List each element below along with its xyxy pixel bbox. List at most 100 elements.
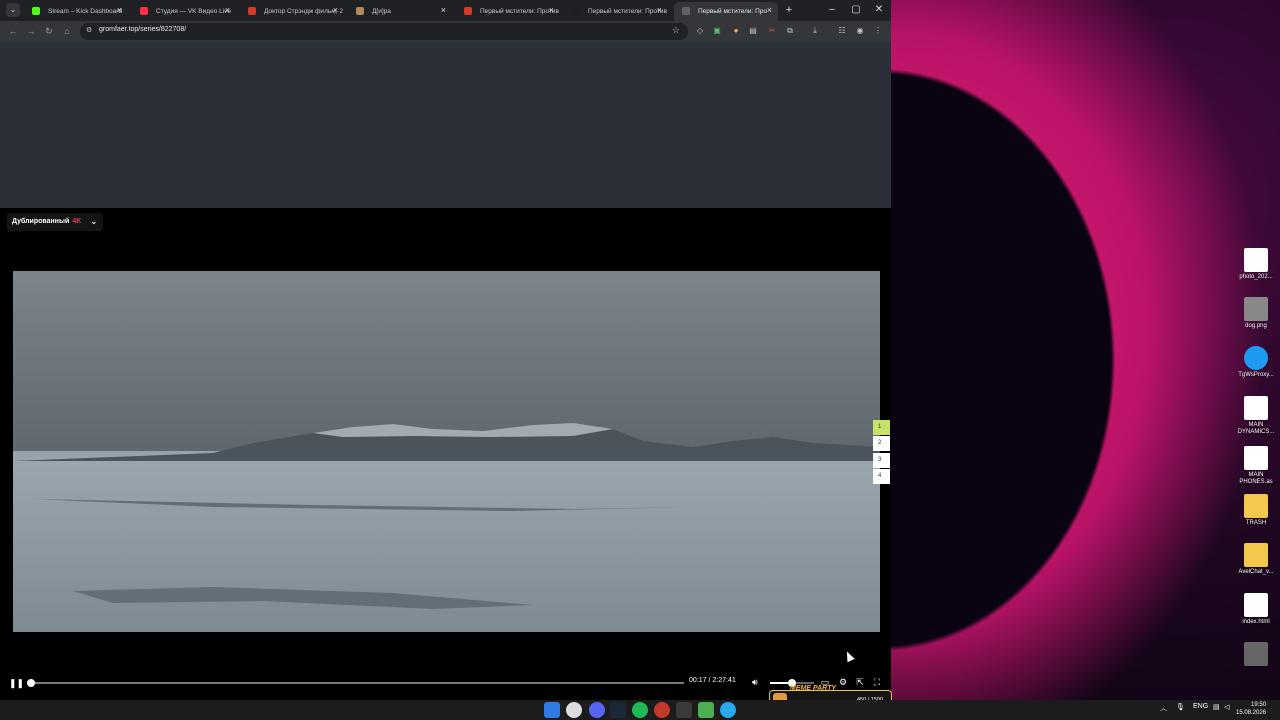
tab-title: Первый мстители: Против bbox=[480, 8, 559, 15]
folder-icon bbox=[1244, 494, 1268, 518]
desktop-icon[interactable]: index.html bbox=[1232, 593, 1280, 626]
browser-tab[interactable]: Студия — VK Видео Live × bbox=[132, 2, 236, 21]
volume-slider[interactable] bbox=[770, 679, 814, 687]
tab-title: Д[и]ра bbox=[372, 8, 391, 15]
tab-favicon-icon bbox=[32, 7, 40, 15]
tab-title: Студия — VK Видео Live bbox=[156, 8, 232, 15]
tab-title: Доктор Стрэндж фильм, 2 bbox=[264, 8, 343, 15]
tab-favicon-icon bbox=[140, 7, 148, 15]
extension-icon[interactable]: ▤ bbox=[747, 25, 759, 37]
minimize-icon[interactable]: – bbox=[820, 2, 844, 18]
desktop-icon[interactable]: TgWsProxy... bbox=[1232, 346, 1280, 379]
discord-icon[interactable] bbox=[589, 702, 605, 718]
browser-tab[interactable]: Доктор Стрэндж фильм, 2 × bbox=[240, 2, 344, 21]
video-frame[interactable] bbox=[13, 271, 880, 632]
speaker-icon[interactable]: ◁ bbox=[1224, 703, 1229, 711]
reload-icon[interactable]: ↻ bbox=[42, 24, 56, 38]
desktop-icon-label: index.html bbox=[1242, 619, 1270, 625]
download-icon[interactable]: ⤓ bbox=[809, 25, 821, 37]
new-tab-icon[interactable]: + bbox=[782, 2, 796, 18]
desktop-icon[interactable]: dog.png bbox=[1232, 297, 1280, 330]
chrome-icon bbox=[1244, 593, 1268, 617]
reading-mode-icon[interactable]: ☷ bbox=[836, 25, 848, 37]
episode-button[interactable]: 2 bbox=[873, 436, 890, 451]
extensions-puzzle-icon[interactable]: ⧉ bbox=[784, 25, 796, 37]
steam-icon[interactable] bbox=[610, 702, 626, 718]
home-icon[interactable]: ⌂ bbox=[60, 24, 74, 38]
bookmark-star-icon[interactable]: ☆ bbox=[672, 25, 680, 36]
tab-search-icon[interactable]: ⌄ bbox=[6, 3, 20, 17]
progress-handle[interactable] bbox=[27, 679, 36, 687]
episode-button[interactable]: 4 bbox=[873, 469, 890, 484]
obs-icon[interactable] bbox=[654, 702, 670, 718]
language-indicator[interactable]: ENG bbox=[1193, 703, 1208, 710]
current-time: 00:17 bbox=[689, 677, 707, 684]
forward-icon[interactable]: → bbox=[24, 24, 38, 38]
chevron-down-icon: ⌄ bbox=[90, 217, 98, 226]
close-tab-icon[interactable]: × bbox=[441, 5, 446, 15]
extension-icon[interactable]: ◇ bbox=[694, 25, 706, 37]
tab-title: Первый мстители: Против bbox=[588, 8, 667, 15]
desktop-icon[interactable]: photo_202... bbox=[1232, 248, 1280, 281]
time-display: 00:17 / 2:27:41 bbox=[689, 677, 736, 684]
desktop-icon[interactable] bbox=[1232, 642, 1280, 668]
progress-bar[interactable] bbox=[27, 679, 684, 687]
address-bar[interactable]: ⚙ gromfaer.top/series/822708/ ☆ bbox=[80, 23, 688, 40]
close-tab-icon[interactable]: × bbox=[117, 5, 122, 15]
extension-icon[interactable]: ▣ bbox=[711, 25, 723, 37]
network-icon[interactable]: ▤ bbox=[1213, 703, 1220, 711]
desktop-icon-label: TgWsProxy... bbox=[1238, 372, 1274, 378]
menu-icon[interactable]: ⋮ bbox=[872, 25, 884, 37]
desktop-icon-label: photo_202... bbox=[1239, 274, 1273, 280]
browser-tab[interactable]: Первый мстители: Против × bbox=[456, 2, 560, 21]
episode-button[interactable]: 1 bbox=[873, 420, 890, 435]
browser-tab[interactable]: Первый мстители: Про × bbox=[674, 2, 778, 21]
quality-badge: 4K bbox=[72, 218, 82, 225]
extension-icon[interactable]: ✂ bbox=[766, 25, 778, 37]
start-menu-icon[interactable] bbox=[544, 702, 560, 718]
site-info-icon[interactable]: ⚙ bbox=[86, 26, 92, 34]
system-clock[interactable]: 19:50 15.08.2026 bbox=[1236, 701, 1266, 717]
close-tab-icon[interactable]: × bbox=[549, 5, 554, 15]
close-tab-icon[interactable]: × bbox=[333, 5, 338, 15]
desktop-icon[interactable]: MAIN DYNAMICS... bbox=[1232, 396, 1280, 436]
dub-select[interactable]: Дублированный 4K ⌄ bbox=[7, 213, 104, 231]
popout-icon[interactable]: ⇱ bbox=[854, 676, 866, 688]
tray-chevron-icon[interactable]: ︿ bbox=[1160, 703, 1167, 713]
qr-icon bbox=[1244, 248, 1268, 272]
tab-favicon-icon bbox=[356, 7, 364, 15]
chrome-icon[interactable] bbox=[566, 702, 582, 718]
fullscreen-icon[interactable]: ⛶ bbox=[871, 676, 883, 688]
close-tab-icon[interactable]: × bbox=[767, 5, 772, 15]
desktop-icon-label: TRASH bbox=[1245, 520, 1267, 526]
desktop-icon[interactable]: MAIN PHONES.as bbox=[1232, 446, 1280, 486]
desktop-icon[interactable]: TRASH bbox=[1232, 494, 1280, 527]
episode-button[interactable]: 3 bbox=[873, 453, 890, 468]
telegram-icon[interactable] bbox=[720, 702, 736, 718]
close-window-icon[interactable]: ✕ bbox=[867, 2, 891, 18]
tab-strip: ⌄ Stream – Kick Dashboard × Студия — VK Ви… bbox=[0, 0, 891, 21]
browser-tab[interactable]: Stream – Kick Dashboard × bbox=[24, 2, 128, 21]
extension-icon[interactable]: ● bbox=[730, 25, 742, 37]
maximize-icon[interactable]: ▢ bbox=[844, 2, 868, 18]
app-icon[interactable] bbox=[676, 702, 692, 718]
close-tab-icon[interactable]: × bbox=[225, 5, 230, 15]
pause-icon[interactable]: ❚❚ bbox=[9, 677, 24, 689]
tab-title: Первый мстители: Про bbox=[698, 8, 768, 15]
app-icon[interactable] bbox=[698, 702, 714, 718]
browser-tab[interactable]: Первый мстители: Против × bbox=[564, 2, 668, 21]
telegram-icon bbox=[1244, 346, 1268, 370]
desktop-icon[interactable]: AvelChat_v... bbox=[1232, 543, 1280, 576]
desktop-icon-label: MAIN DYNAMICS... bbox=[1237, 422, 1275, 435]
spotify-icon[interactable] bbox=[632, 702, 648, 718]
clock-time: 19:50 bbox=[1251, 702, 1267, 708]
browser-tab[interactable]: Д[и]ра × bbox=[348, 2, 452, 21]
file-icon bbox=[1244, 446, 1268, 470]
microphone-icon[interactable]: 🎙︎ bbox=[1176, 703, 1185, 711]
volume-icon[interactable]: 🔊︎ bbox=[752, 677, 758, 688]
settings-icon[interactable]: ⚙ bbox=[837, 676, 849, 688]
profile-icon[interactable]: ◉ bbox=[854, 25, 866, 37]
back-icon[interactable]: ← bbox=[6, 24, 20, 38]
close-tab-icon[interactable]: × bbox=[657, 5, 662, 15]
duration: 2:27:41 bbox=[712, 677, 736, 684]
